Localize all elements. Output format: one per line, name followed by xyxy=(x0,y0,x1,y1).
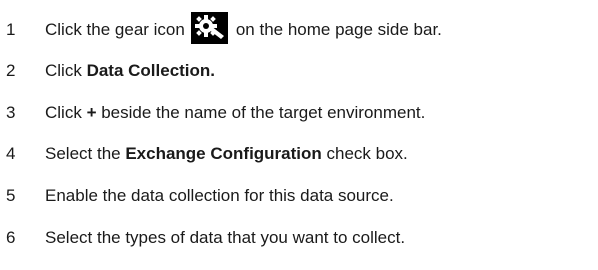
step-text: Enable the data collection for this data… xyxy=(45,186,394,205)
step-text-bold: + xyxy=(86,103,97,122)
step-text: Select the Exchange Configuration check … xyxy=(45,144,408,164)
step-text: Click + beside the name of the target en… xyxy=(45,103,425,123)
step-text-after: on the home page side bar. xyxy=(235,20,442,39)
step-text-prefix: Select the xyxy=(45,144,126,163)
step-number: 3 xyxy=(6,103,16,122)
step-text-suffix: beside the name of the target environmen… xyxy=(96,103,426,122)
step-text-prefix: Click xyxy=(45,103,87,122)
gear-icon xyxy=(190,12,228,44)
step-text-bold: Exchange Configuration xyxy=(125,144,322,163)
step-number: 5 xyxy=(6,186,16,205)
step-text: Select the types of data that you want t… xyxy=(45,228,406,247)
step-text: Click Data Collection. xyxy=(45,61,215,81)
step-number: 6 xyxy=(6,228,16,247)
step-number: 1 xyxy=(6,20,16,39)
step-text-before: Click the gear icon xyxy=(45,20,185,39)
step-text-prefix: Click xyxy=(45,61,87,80)
step-text-bold: Data Collection. xyxy=(86,61,216,80)
step-number: 2 xyxy=(6,61,16,80)
step-text: Click the gear icon on the home page sid… xyxy=(45,12,442,46)
instruction-steps: 1 Click the gear icon on the home page s… xyxy=(0,0,598,270)
step-number: 4 xyxy=(6,144,16,163)
step-text-suffix: check box. xyxy=(321,144,408,163)
